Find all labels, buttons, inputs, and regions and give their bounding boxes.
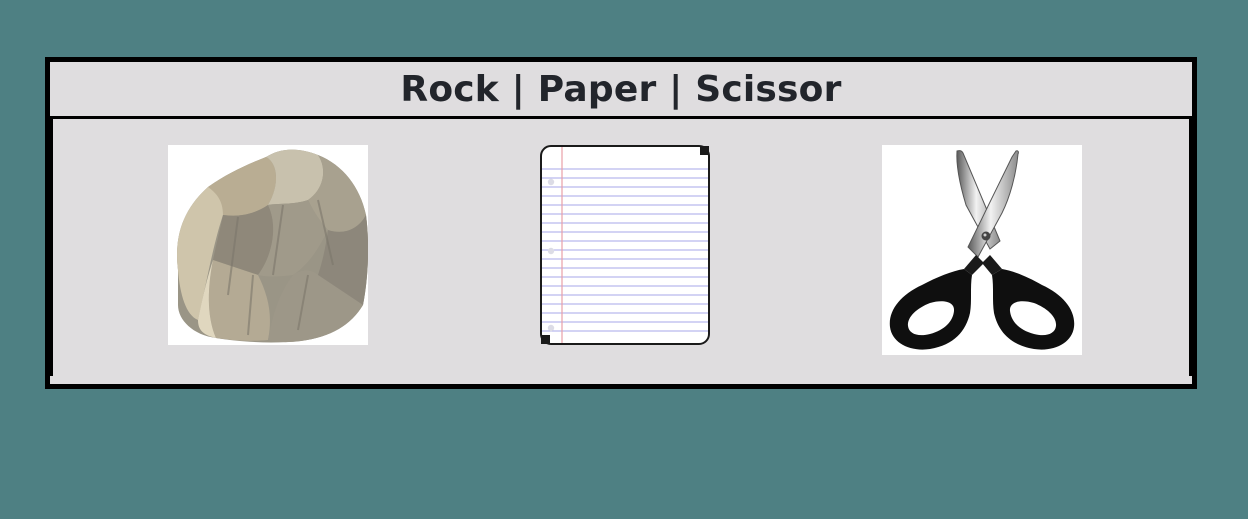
rock-icon	[168, 145, 368, 345]
rock-choice-button[interactable]	[168, 145, 368, 345]
game-title: Rock | Paper | Scissor	[400, 68, 842, 110]
game-panel: Rock | Paper | Scissor	[45, 57, 1197, 389]
paper-icon	[540, 145, 710, 345]
scissor-icon	[882, 145, 1082, 355]
choices-area	[50, 119, 1192, 376]
paper-choice-button[interactable]	[540, 145, 710, 345]
scissor-choice-button[interactable]	[882, 145, 1082, 355]
title-bar: Rock | Paper | Scissor	[50, 62, 1192, 119]
